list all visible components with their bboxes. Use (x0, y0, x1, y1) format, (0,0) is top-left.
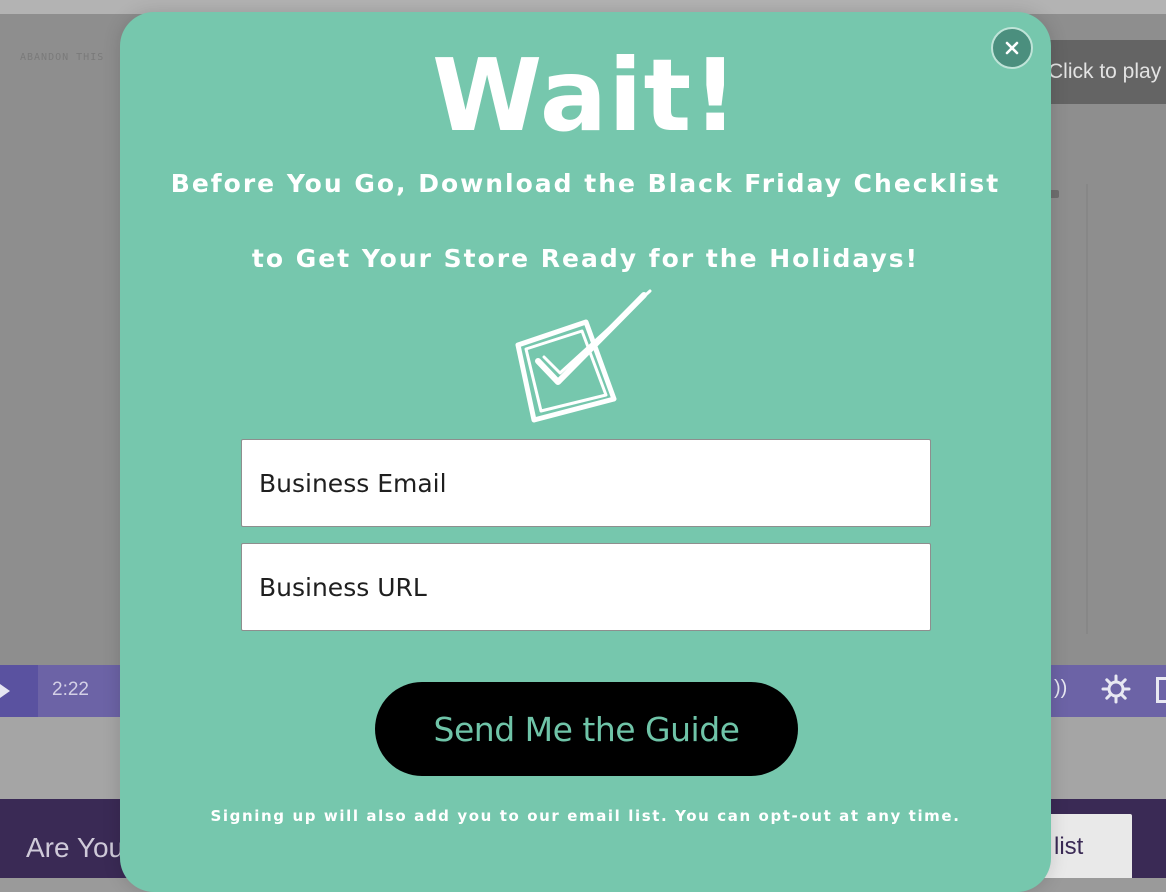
popup-subtitle-line-1: Before You Go, Download the Black Friday… (170, 169, 1001, 198)
popup-subtitle-line-2: to Get Your Store Ready for the Holidays… (251, 244, 920, 273)
click-to-play-label: Click to play (1048, 60, 1162, 83)
send-guide-button[interactable]: Send Me the Guide (375, 682, 798, 776)
video-time: 2:22 (52, 679, 89, 700)
gear-icon[interactable] (1100, 673, 1132, 705)
checkbox-check-icon (515, 289, 652, 423)
play-button[interactable] (0, 665, 38, 717)
click-to-play-overlay[interactable]: Click to play (1034, 40, 1166, 104)
banner-cta-label: list (1054, 833, 1084, 860)
fullscreen-icon[interactable] (1156, 677, 1166, 703)
banner-heading: Are You (26, 832, 125, 863)
opt-out-disclaimer: Signing up will also add you to our emai… (210, 807, 961, 825)
popup-title: Wait! (432, 37, 739, 154)
exit-intent-popup: Wait! Before You Go, Download the Black … (120, 12, 1051, 892)
volume-icon[interactable]: )) (1054, 677, 1067, 700)
video-header-text: ABANDON THIS (20, 52, 105, 63)
play-icon (0, 684, 10, 698)
business-email-field[interactable] (241, 439, 931, 527)
video-side-panel (1050, 184, 1088, 634)
business-url-field[interactable] (241, 543, 931, 631)
